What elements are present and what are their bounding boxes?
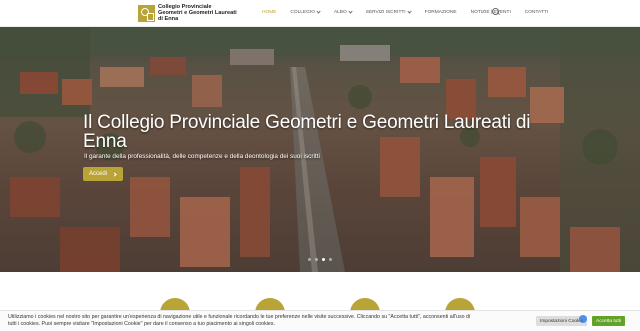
hero-title: Il Collegio Provinciale Geometri e Geome… [83, 112, 531, 152]
accedi-button-label: Accedi [89, 171, 108, 177]
slider-pagination [308, 258, 336, 261]
nav-item-label: HOME [262, 10, 277, 15]
nav-item-label: NOTIZIE | EVENTI [470, 10, 511, 15]
nav-item-contatti[interactable]: CONTATTI [525, 10, 548, 15]
chevron-down-icon [348, 9, 353, 14]
chevron-down-icon [407, 9, 412, 14]
nav-item-albo[interactable]: ALBO [333, 9, 353, 15]
slider-dot[interactable] [308, 258, 311, 261]
nav-item-label: FORMAZIONE [424, 10, 457, 15]
slider-dot-active[interactable] [322, 258, 325, 261]
chevron-right-icon [112, 171, 117, 177]
nav-item-label: ALBO [333, 10, 347, 15]
nav-item-collegio[interactable]: COLLEGIO [290, 9, 321, 15]
logo-text: Collegio Provinciale Geometri e Geometri… [158, 4, 237, 22]
search-icon[interactable] [492, 8, 499, 15]
nav-item-formazione[interactable]: FORMAZIONE [425, 10, 457, 15]
cookie-banner: Utilizziamo i cookies nel nostro sito pe… [0, 310, 640, 331]
nav-item-label: COLLEGIO [290, 10, 315, 15]
nav-item-servizi-iscritti[interactable]: SERVIZI ISCRITTI [365, 9, 412, 15]
cookie-text: Utilizziamo i cookies nel nostro sito pe… [8, 314, 471, 327]
hero-slider: Il Collegio Provinciale Geometri e Geome… [0, 27, 640, 272]
chevron-down-icon [316, 9, 321, 14]
nav-item-label: SERVIZI ISCRITTI [365, 10, 406, 15]
nav-item-notizie-eventi[interactable]: NOTIZIE | EVENTI [471, 10, 511, 15]
hero-subtitle: Il garante della professionalità, delle … [84, 153, 320, 160]
accedi-button[interactable]: Accedi [83, 167, 124, 181]
nav-item-home[interactable]: HOME [262, 10, 276, 15]
nav-item-label: CONTATTI [524, 10, 549, 15]
slider-dot[interactable] [315, 258, 318, 261]
accept-all-button[interactable]: Accetta tutti [592, 316, 626, 326]
logo-mark-icon [138, 4, 155, 22]
logo-line-3: di Enna [158, 16, 179, 22]
main-nav: HOME COLLEGIO ALBO SERVIZI ISCRITTI FORM… [262, 9, 562, 15]
cookie-badge-icon[interactable] [579, 315, 587, 323]
site-logo[interactable]: Collegio Provinciale Geometri e Geometri… [138, 4, 237, 22]
site-header: Collegio Provinciale Geometri e Geometri… [0, 0, 640, 27]
slider-dot[interactable] [329, 258, 332, 261]
